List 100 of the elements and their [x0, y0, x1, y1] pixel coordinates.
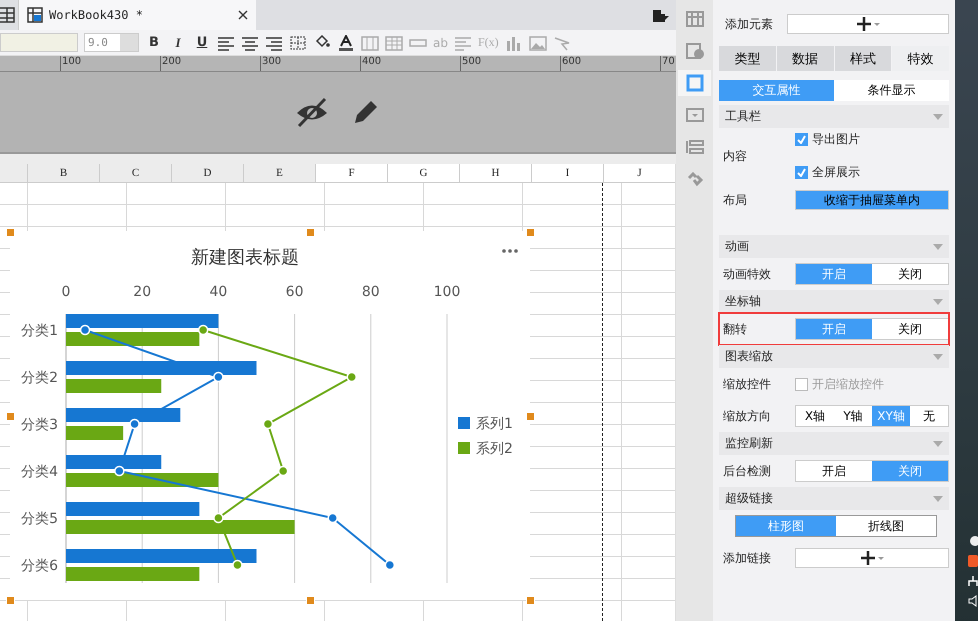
ruler-label: 200 — [160, 56, 260, 71]
collapse-caret-icon[interactable] — [933, 440, 943, 446]
category-label: 分类4 — [21, 464, 58, 480]
data-point — [346, 372, 357, 382]
data-point — [213, 512, 224, 524]
align-right-icon[interactable] — [265, 34, 283, 50]
panel-tab[interactable]: 类型 — [719, 46, 776, 71]
resize-handle[interactable] — [6, 228, 15, 237]
bar-chart-icon[interactable] — [504, 34, 523, 50]
section-title: 坐标轴 — [725, 293, 761, 310]
table-info-icon — [686, 43, 704, 59]
data-point — [80, 324, 90, 336]
column-header[interactable]: D — [171, 164, 243, 182]
category-label: 分类3 — [21, 417, 58, 433]
font-size-field[interactable]: 9.0 — [84, 33, 139, 52]
data-point — [262, 418, 274, 430]
data-point — [327, 512, 338, 524]
category-label: 分类1 — [21, 323, 58, 339]
font-color-icon[interactable] — [337, 34, 355, 50]
chart-card[interactable]: 新建图表标题 0 20 40 60 80 100 分类1 分类2 分类3 分类4 分类5 分类6 系列1 系列2 — [10, 231, 530, 600]
underline-button[interactable]: U — [193, 35, 211, 50]
spreadsheet-icon — [27, 7, 43, 23]
bold-button[interactable]: B — [145, 35, 163, 50]
column-header[interactable]: B — [27, 164, 99, 182]
ruler-label: 100 — [60, 56, 160, 71]
list-icon — [686, 140, 704, 154]
plus-dropdown-icon — [855, 17, 881, 31]
more-icon — [502, 249, 518, 253]
category-label: 分类5 — [21, 511, 58, 527]
data-point — [278, 466, 288, 476]
column-header[interactable]: H — [459, 164, 531, 182]
image-icon[interactable] — [528, 34, 547, 50]
plus-dropdown-icon — [859, 551, 885, 565]
column-header[interactable]: G — [387, 164, 459, 182]
collapse-caret-icon[interactable] — [933, 496, 943, 502]
data-point — [213, 372, 224, 382]
ruler-label: 400 — [360, 56, 460, 71]
ruler-label: 500 — [460, 56, 560, 71]
frozen-icon[interactable] — [361, 34, 379, 50]
italic-button[interactable]: I — [169, 34, 187, 50]
sub-tab[interactable]: 条件显示 — [834, 80, 949, 101]
axis-tick-label: 80 — [362, 284, 380, 300]
category-label: 分类2 — [21, 370, 58, 386]
resize-handle[interactable] — [526, 412, 535, 421]
axis-tick-label: 60 — [286, 284, 304, 300]
collapse-caret-icon[interactable] — [933, 244, 943, 250]
section-title: 图表缩放 — [725, 348, 773, 365]
column-header[interactable]: E — [243, 164, 315, 182]
column-header[interactable]: F — [315, 164, 387, 182]
checkbox[interactable] — [795, 166, 808, 179]
panel-tab[interactable]: 特效 — [892, 46, 949, 71]
workbook-tab[interactable]: WorkBook430 * — [18, 0, 256, 30]
collapse-caret-icon[interactable] — [933, 114, 943, 120]
close-icon[interactable] — [238, 10, 248, 20]
speaker-icon — [968, 595, 978, 607]
resize-handle[interactable] — [526, 228, 535, 237]
legend-swatch — [458, 442, 470, 454]
ruler-label: 70 — [660, 56, 675, 71]
field-label: 布局 — [723, 192, 748, 208]
text-lines-icon[interactable] — [454, 34, 472, 50]
section-title: 工具栏 — [725, 108, 761, 125]
axis-tick-label: 100 — [434, 284, 460, 300]
resize-handle[interactable] — [526, 596, 535, 605]
sidebar-button[interactable] — [678, 70, 711, 96]
checkbox[interactable] — [795, 133, 808, 146]
field-label: 翻转 — [723, 320, 748, 338]
resize-handle[interactable] — [6, 596, 15, 605]
panel-tab[interactable]: 数据 — [776, 46, 834, 71]
field-label: 动画特效 — [723, 266, 772, 282]
data-point — [198, 324, 208, 336]
font-name-field[interactable] — [0, 33, 78, 52]
ruler-label: 300 — [260, 56, 360, 71]
checkbox-label: 全屏展示 — [812, 164, 860, 181]
table-icon[interactable] — [385, 34, 403, 50]
network-icon — [968, 575, 978, 587]
field-label: 内容 — [723, 148, 748, 164]
border-icon[interactable] — [289, 34, 307, 50]
ruler-label: 600 — [560, 56, 660, 71]
align-center-icon[interactable] — [241, 34, 259, 50]
legend-label: 系列1 — [476, 416, 513, 432]
resize-handle[interactable] — [306, 228, 315, 237]
bar — [66, 426, 124, 440]
resize-handle[interactable] — [6, 412, 15, 421]
collapse-caret-icon[interactable] — [933, 298, 943, 304]
axis-tick-label: 40 — [209, 284, 228, 300]
section-title: 动画 — [725, 238, 749, 255]
dropdown-box-icon — [686, 108, 704, 122]
resize-handle[interactable] — [306, 596, 315, 605]
add-button[interactable] — [787, 14, 949, 34]
layout-button[interactable]: 收缩于抽屉菜单内 — [795, 190, 949, 210]
column-header[interactable]: C — [99, 164, 171, 182]
collapse-caret-icon[interactable] — [933, 354, 943, 360]
align-left-icon[interactable] — [217, 34, 235, 50]
hidden-eye-icon[interactable] — [295, 96, 329, 128]
data-point — [232, 560, 243, 570]
column-header[interactable]: I — [531, 164, 603, 182]
panel-tab[interactable]: 样式 — [834, 46, 892, 71]
section-title: 超级链接 — [725, 490, 773, 507]
add-button[interactable] — [795, 548, 949, 568]
checkbox-label: 开启缩放控件 — [812, 376, 884, 392]
